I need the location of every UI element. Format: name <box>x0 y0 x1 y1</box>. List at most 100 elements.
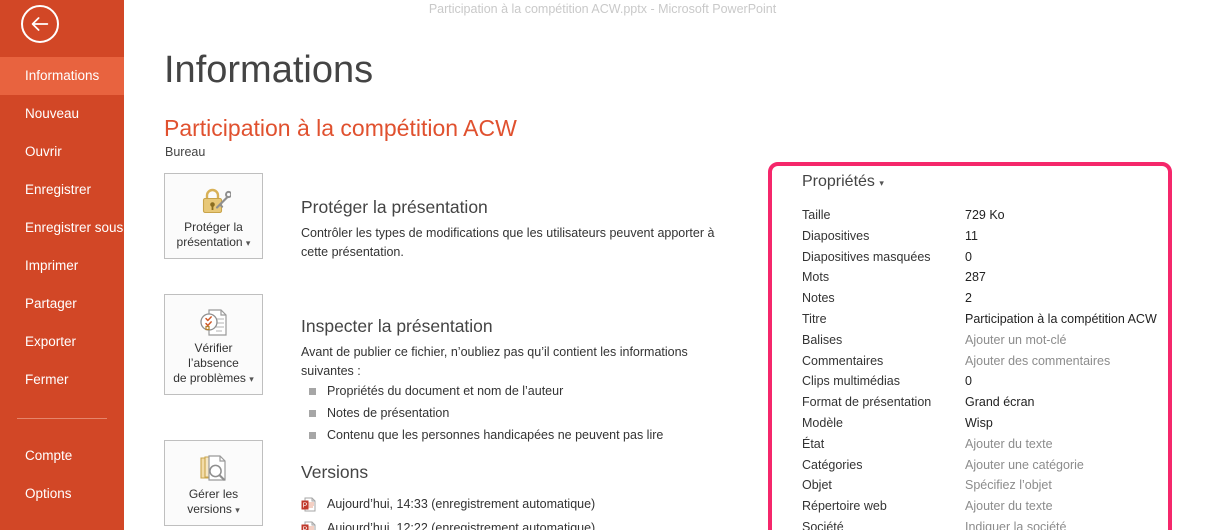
sidebar-item-informations[interactable]: Informations <box>0 57 124 95</box>
versions-list: P Aujourd’hui, 14:33 (enregistrement aut… <box>301 492 595 530</box>
property-key: Taille <box>802 208 831 222</box>
property-value: 2 <box>965 291 972 306</box>
sidebar-item-label: Imprimer <box>25 258 79 273</box>
sidebar-item-label: Enregistrer <box>25 182 92 197</box>
table-row: Format de présentation Grand écran <box>802 392 1190 413</box>
inspect-heading: Inspecter la présentation <box>301 316 493 336</box>
sidebar-item-exporter[interactable]: Exporter <box>0 323 124 361</box>
property-value[interactable]: Ajouter du texte <box>965 496 1053 517</box>
sidebar-item-label: Fermer <box>25 372 69 387</box>
property-value: Participation à la compétition ACW <box>965 311 1157 326</box>
backstage-sidebar: Informations Nouveau Ouvrir Enregistrer … <box>0 0 124 530</box>
protect-presentation-section: Protéger la présentation ▾ Protéger la p… <box>164 173 784 283</box>
sidebar-item-label: Exporter <box>25 334 77 349</box>
inspect-items-list: Propriétés du document et nom de l’auteu… <box>301 380 663 446</box>
protect-button-label: Protéger la présentation ▾ <box>167 220 260 251</box>
sidebar-item-enregistrer[interactable]: Enregistrer <box>0 171 124 209</box>
check-for-issues-button[interactable]: Vérifier l’absence de problèmes ▾ <box>164 294 263 395</box>
property-value: 287 <box>965 270 986 285</box>
properties-rows: Taille 729 Ko Diapositives 11 Diapositives… <box>802 205 1190 530</box>
property-value[interactable]: Ajouter une catégorie <box>965 455 1084 476</box>
sidebar-item-label: Partager <box>25 296 77 311</box>
table-row: Société Indiquer la société <box>802 517 1190 530</box>
property-value[interactable]: Ajouter un mot-clé <box>965 330 1066 351</box>
chevron-down-icon: ▾ <box>879 178 884 188</box>
back-arrow-icon[interactable] <box>21 5 59 43</box>
protect-description: Contrôler les types de modifications que… <box>301 226 715 259</box>
lock-key-icon <box>167 182 260 220</box>
properties-heading-label: Propriétés <box>802 173 875 190</box>
version-label: Aujourd’hui, 14:33 (enregistrement autom… <box>327 497 596 511</box>
document-title: Participation à la compétition ACW <box>164 115 517 141</box>
versions-heading: Versions <box>301 462 369 482</box>
property-key: Notes <box>802 291 835 306</box>
property-value: 11 <box>965 228 978 243</box>
powerpoint-backstage-view: Participation à la compétition ACW.pptx … <box>0 0 1205 530</box>
property-key: État <box>802 436 825 451</box>
list-item-label: Propriétés du document et nom de l’auteu… <box>327 384 564 398</box>
property-value[interactable]: Ajouter des commentaires <box>965 351 1110 372</box>
manage-versions-button[interactable]: Gérer les versions ▾ <box>164 440 263 526</box>
list-item[interactable]: P Aujourd’hui, 14:33 (enregistrement aut… <box>301 492 595 516</box>
property-key: Format de présentation <box>802 395 932 410</box>
table-row: Clips multimédias 0 <box>802 371 1190 392</box>
svg-text:P: P <box>303 526 308 530</box>
list-item[interactable]: P Aujourd’hui, 12:22 (enregistrement aut… <box>301 516 595 530</box>
property-key: Société <box>802 519 844 530</box>
property-value[interactable]: Spécifiez l’objet <box>965 475 1052 496</box>
sidebar-item-nouveau[interactable]: Nouveau <box>0 95 124 133</box>
property-value: 0 <box>965 249 972 264</box>
table-row: Balises Ajouter un mot-clé <box>802 330 1190 351</box>
property-value[interactable]: Ajouter du texte <box>965 434 1053 455</box>
manage-versions-button-label: Gérer les versions ▾ <box>167 487 260 518</box>
table-row: Diapositives 11 <box>802 226 1190 247</box>
sidebar-item-label: Compte <box>25 448 73 463</box>
sidebar-item-enregistrer-sous[interactable]: Enregistrer sous <box>0 209 124 247</box>
document-versions-icon <box>167 449 260 487</box>
property-key: Diapositives <box>802 228 870 243</box>
bullet-square-icon <box>309 432 316 439</box>
sidebar-nav: Informations Nouveau Ouvrir Enregistrer … <box>0 57 124 513</box>
check-issues-label-line1: Vérifier l’absence <box>188 341 239 370</box>
property-value: 0 <box>965 374 972 389</box>
property-key: Catégories <box>802 457 863 472</box>
table-row: Taille 729 Ko <box>802 205 1190 226</box>
table-row: Commentaires Ajouter des commentaires <box>802 351 1190 372</box>
list-item: Propriétés du document et nom de l’auteu… <box>301 380 663 402</box>
title-bar: Participation à la compétition ACW.pptx … <box>0 0 1205 22</box>
sidebar-item-imprimer[interactable]: Imprimer <box>0 247 124 285</box>
sidebar-item-options[interactable]: Options <box>0 475 124 513</box>
table-row: Mots 287 <box>802 267 1190 288</box>
property-value: Wisp <box>965 415 993 430</box>
version-label: Aujourd’hui, 12:22 (enregistrement autom… <box>327 521 596 530</box>
properties-heading[interactable]: Propriétés ▾ <box>802 173 884 191</box>
property-key: Clips multimédias <box>802 374 900 389</box>
document-check-icon <box>167 303 260 341</box>
property-value: 729 Ko <box>965 208 1005 222</box>
property-key: Objet <box>802 478 832 493</box>
list-item-label: Notes de présentation <box>327 406 450 420</box>
protect-heading: Protéger la présentation <box>301 197 488 217</box>
property-key: Titre <box>802 311 827 326</box>
table-row: Titre Participation à la compétition ACW <box>802 309 1190 330</box>
property-key: Balises <box>802 332 843 347</box>
property-value: Grand écran <box>965 395 1035 410</box>
sidebar-item-fermer[interactable]: Fermer <box>0 361 124 399</box>
table-row: Objet Spécifiez l’objet <box>802 475 1190 496</box>
chevron-down-icon: ▾ <box>235 505 240 515</box>
table-row: Notes 2 <box>802 288 1190 309</box>
check-issues-label-line2: de problèmes <box>173 371 246 385</box>
sidebar-item-label: Options <box>25 486 72 501</box>
manage-versions-label-line1: Gérer les <box>188 487 239 501</box>
sidebar-item-compte[interactable]: Compte <box>0 437 124 475</box>
sidebar-item-partager[interactable]: Partager <box>0 285 124 323</box>
document-location: Bureau <box>165 145 206 159</box>
sidebar-item-label: Nouveau <box>25 106 80 121</box>
property-value[interactable]: Indiquer la société <box>965 517 1066 530</box>
property-key: Mots <box>802 270 830 285</box>
property-key: Répertoire web <box>802 499 887 514</box>
sidebar-item-ouvrir[interactable]: Ouvrir <box>0 133 124 171</box>
table-row: État Ajouter du texte <box>802 434 1190 455</box>
table-row: Diapositives masquées 0 <box>802 247 1190 268</box>
protect-presentation-button[interactable]: Protéger la présentation ▾ <box>164 173 263 259</box>
